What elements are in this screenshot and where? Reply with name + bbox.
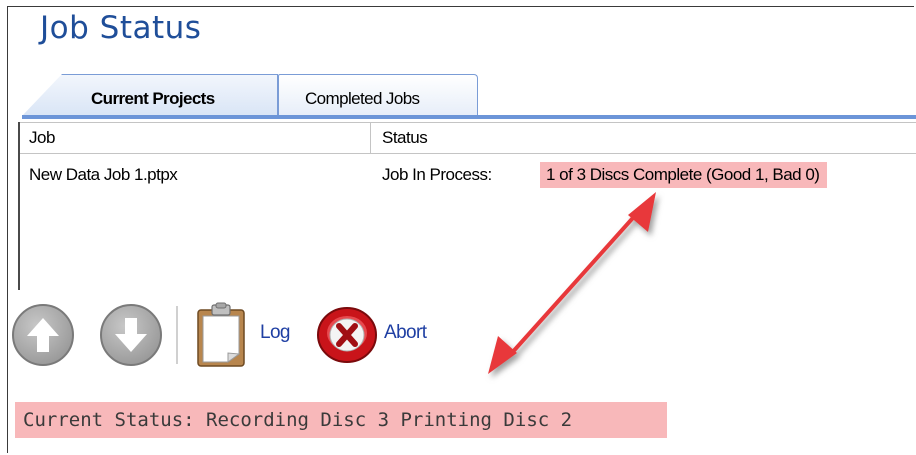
column-divider[interactable] bbox=[370, 123, 371, 153]
log-button-icon[interactable] bbox=[194, 302, 252, 368]
clipboard-icon bbox=[197, 302, 245, 367]
tab-strip: Current Projects Completed Jobs bbox=[22, 74, 916, 117]
move-up-button[interactable] bbox=[12, 304, 74, 366]
down-arrow-icon bbox=[115, 318, 147, 352]
page-title: Job Status bbox=[40, 10, 202, 46]
current-status-text: Current Status: Recording Disc 3 Printin… bbox=[23, 409, 573, 431]
list-header: Job Status bbox=[20, 122, 916, 154]
tab-current-projects-label: Current Projects bbox=[91, 89, 215, 108]
up-arrow-icon bbox=[27, 318, 59, 352]
column-header-job[interactable]: Job bbox=[29, 128, 55, 148]
toolbar: Log Abort bbox=[8, 300, 508, 370]
abort-button-icon[interactable] bbox=[316, 306, 378, 364]
tab-completed-jobs[interactable]: Completed Jobs bbox=[278, 74, 478, 115]
annotation-double-arrow bbox=[488, 192, 656, 374]
move-down-button[interactable] bbox=[100, 304, 162, 366]
job-name-cell: New Data Job 1.ptpx bbox=[29, 165, 178, 184]
abort-x-icon bbox=[317, 307, 377, 363]
column-header-status[interactable]: Status bbox=[382, 128, 428, 148]
tab-current-projects[interactable]: Current Projects bbox=[22, 74, 278, 116]
tab-underline bbox=[22, 115, 916, 119]
table-row[interactable]: New Data Job 1.ptpx Job In Process: 1 of… bbox=[20, 162, 916, 188]
toolbar-separator bbox=[176, 306, 178, 364]
jobs-list[interactable]: Job Status New Data Job 1.ptpx Job In Pr… bbox=[18, 122, 916, 290]
tab-completed-jobs-label: Completed Jobs bbox=[305, 89, 420, 108]
log-button[interactable]: Log bbox=[260, 322, 291, 344]
current-status-bar: Current Status: Recording Disc 3 Printin… bbox=[15, 402, 667, 438]
abort-button[interactable]: Abort bbox=[384, 322, 427, 344]
